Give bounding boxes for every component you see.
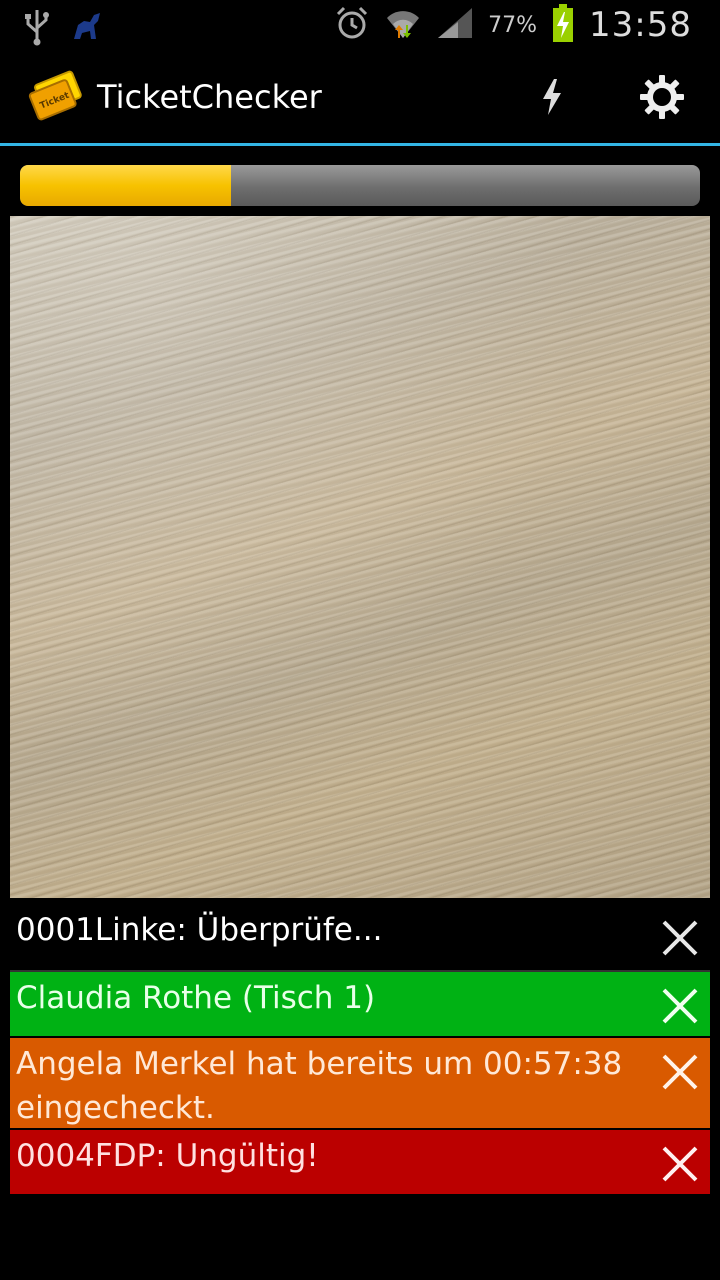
battery-percent: 77% [488,12,538,38]
status-bar: 77% 13:58 [0,0,720,50]
scan-progress-bar [20,165,700,206]
settings-gear-icon[interactable] [637,72,687,122]
flash-icon[interactable] [527,72,577,122]
close-icon[interactable] [658,1142,702,1186]
ticket-logo-icon[interactable]: Ticket [26,68,88,126]
result-row-valid: Claudia Rothe (Tisch 1) [10,972,710,1036]
result-text: Angela Merkel hat bereits um 00:57:38 ei… [16,1046,623,1126]
clock: 13:58 [589,5,692,45]
android-debug-icon [70,9,104,47]
signal-icon [436,6,474,44]
result-row-already-checked-in: Angela Merkel hat bereits um 00:57:38 ei… [10,1038,710,1128]
usb-icon [22,6,52,50]
result-row-invalid: 0004FDP: Ungültig! [10,1130,710,1194]
app-title: TicketChecker [97,78,322,116]
result-text: 0001Linke: Überprüfe... [16,912,383,948]
camera-preview[interactable] [10,216,710,898]
result-row-checking: 0001Linke: Überprüfe... [10,900,710,970]
alarm-icon [334,5,370,45]
close-icon[interactable] [658,984,702,1028]
wifi-icon [384,4,422,46]
result-text: 0004FDP: Ungültig! [16,1138,319,1174]
battery-charging-icon [551,3,575,47]
progress-fill [20,165,231,206]
close-icon[interactable] [658,1050,702,1094]
close-icon[interactable] [658,916,702,960]
result-text: Claudia Rothe (Tisch 1) [16,980,376,1016]
action-bar: Ticket TicketChecker [0,50,720,146]
